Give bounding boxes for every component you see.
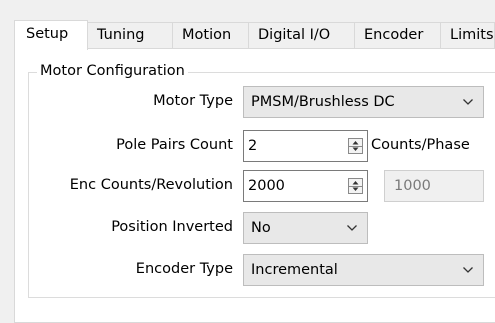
tab-label: Digital I/O [258, 27, 331, 43]
tab-setup[interactable]: Setup [14, 20, 88, 50]
tab-label: Setup [26, 26, 69, 42]
position-inverted-dropdown[interactable]: No [243, 212, 368, 244]
tab-motion[interactable]: Motion [172, 22, 249, 48]
enc-counts-value: 2000 [248, 178, 285, 194]
tab-label: Motion [182, 27, 232, 43]
enc-counts-readonly-value: 1000 [394, 178, 431, 194]
position-inverted-value: No [251, 220, 271, 236]
tab-strip: Setup Tuning Motion Digital I/O Encoder … [14, 20, 495, 50]
motor-type-dropdown[interactable]: PMSM/Brushless DC [243, 86, 484, 118]
spin-down-icon[interactable] [349, 146, 362, 153]
chevron-down-icon [463, 99, 473, 105]
motor-type-value: PMSM/Brushless DC [251, 94, 395, 110]
encoder-type-label: Encoder Type [135, 261, 233, 277]
enc-counts-readonly-field: 1000 [384, 170, 484, 202]
chevron-down-icon [347, 225, 357, 231]
spin-down-icon[interactable] [349, 186, 362, 193]
tab-digital-io[interactable]: Digital I/O [248, 22, 355, 48]
tab-limits[interactable]: Limits [440, 22, 495, 48]
position-inverted-label: Position Inverted [111, 219, 233, 235]
tab-label: Encoder [364, 27, 424, 43]
pole-pairs-value: 2 [248, 138, 258, 154]
spin-arrows-icon[interactable] [348, 138, 363, 154]
tab-encoder[interactable]: Encoder [354, 22, 441, 48]
pole-pairs-label: Pole Pairs Count [116, 137, 233, 153]
chevron-down-icon [463, 267, 473, 273]
pole-pairs-unit: Counts/Phase [371, 137, 470, 153]
group-title: Motor Configuration [37, 62, 188, 80]
tab-label: Tuning [97, 27, 145, 43]
enc-counts-spinbox[interactable]: 2000 [243, 170, 368, 202]
encoder-type-dropdown[interactable]: Incremental [243, 254, 484, 286]
tab-label: Limits [450, 27, 494, 43]
pole-pairs-spinbox[interactable]: 2 [243, 130, 368, 162]
motor-type-label: Motor Type [153, 93, 233, 109]
enc-counts-label: Enc Counts/Revolution [69, 177, 233, 193]
tab-tuning[interactable]: Tuning [87, 22, 173, 48]
spin-arrows-icon[interactable] [348, 178, 363, 194]
encoder-type-value: Incremental [251, 262, 338, 278]
